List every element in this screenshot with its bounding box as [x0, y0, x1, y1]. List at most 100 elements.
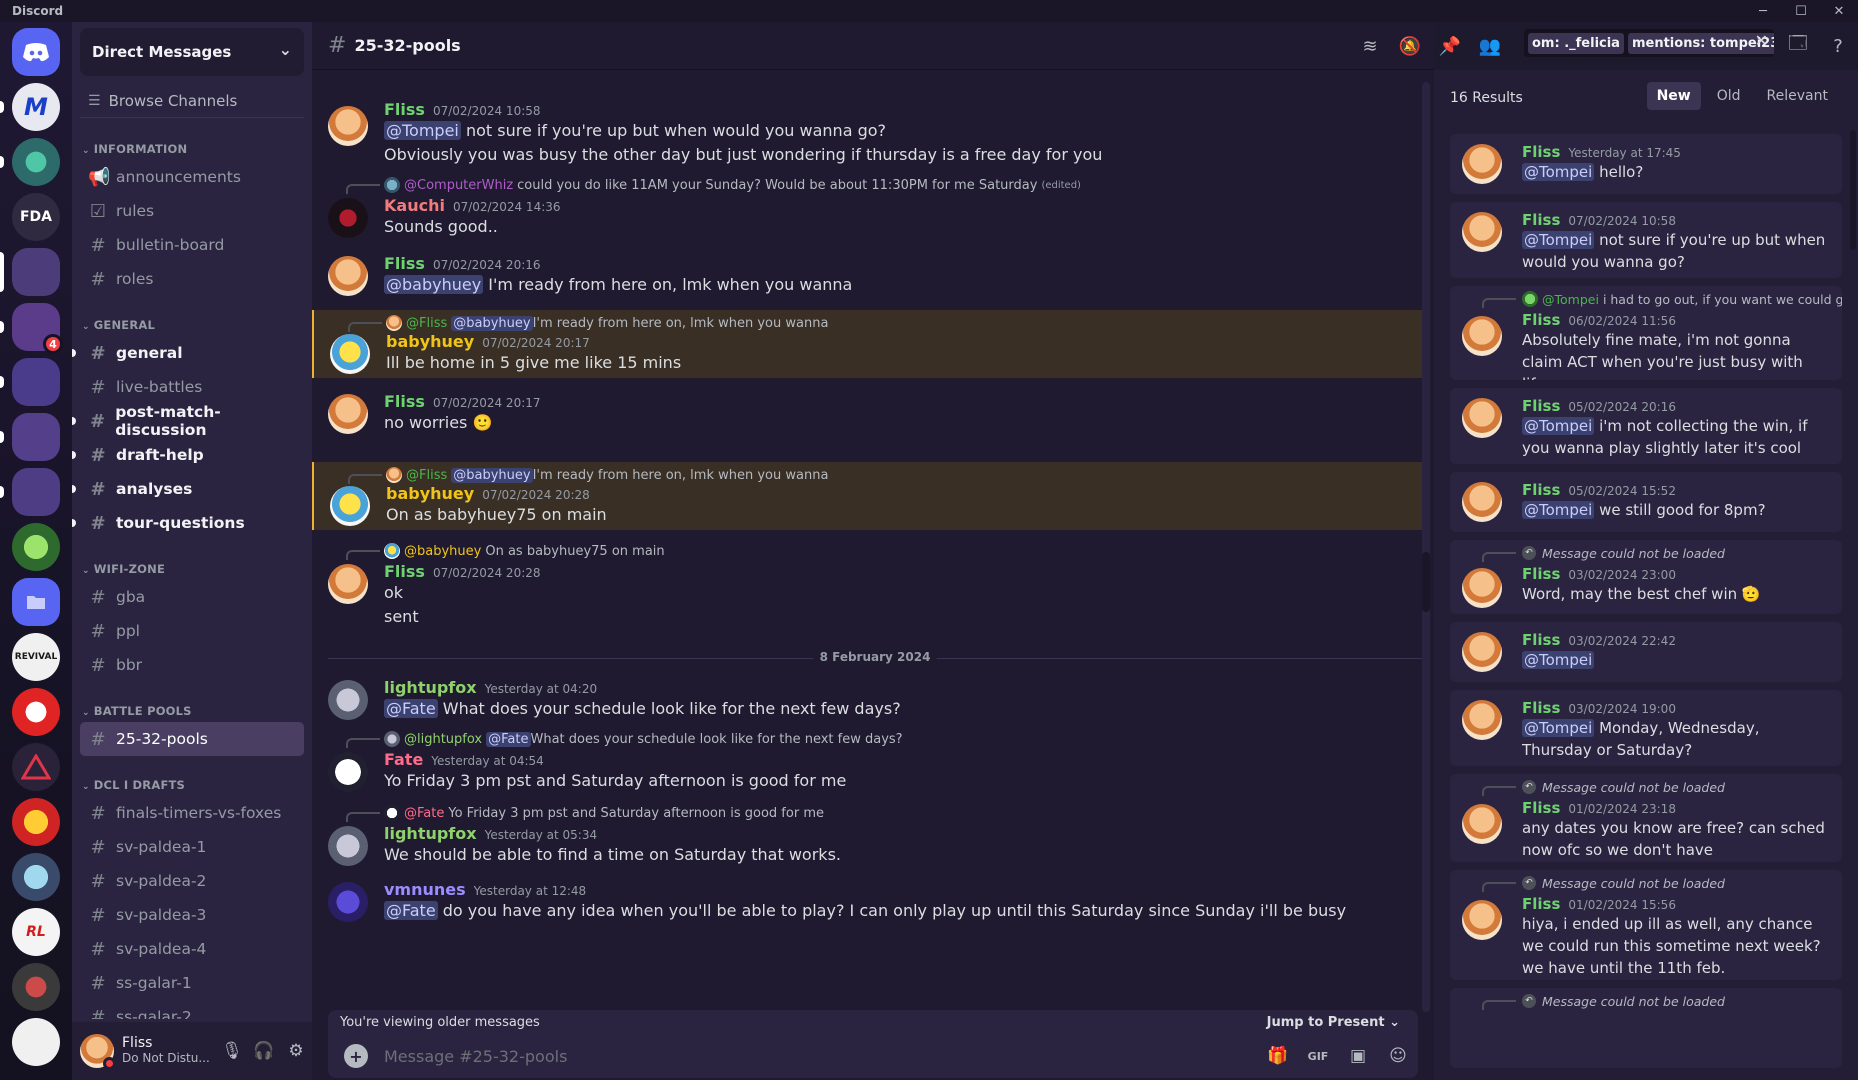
search-input[interactable]: om: ._felicia mentions: tompei23 ✕ — [1524, 29, 1774, 57]
avatar[interactable] — [328, 882, 368, 922]
reply-preview[interactable]: @Fliss @babyhuey I'm ready from here on, … — [386, 314, 828, 332]
channel-gba[interactable]: # gba — [80, 580, 304, 614]
search-result[interactable]: Fliss 05/02/2024 15:52 @Tompei we still g… — [1450, 472, 1842, 532]
category-battle-pools[interactable]: ⌄ BATTLE POOLS — [80, 694, 304, 718]
channel-finals-timers[interactable]: # finals-timers-vs-foxes — [80, 796, 304, 830]
search-filter-from[interactable]: om: ._felicia — [1528, 32, 1624, 54]
avatar[interactable] — [328, 680, 368, 720]
pin-icon[interactable]: 📌 — [1430, 36, 1470, 57]
channel-announcements[interactable]: 📢 announcements — [80, 160, 304, 194]
channel-bbr[interactable]: # bbr — [80, 648, 304, 682]
channel-sv-paldea-1[interactable]: # sv-paldea-1 — [80, 830, 304, 864]
emoji-icon[interactable]: ☺ — [1378, 1046, 1418, 1066]
channel-25-32-pools[interactable]: #25-32-pools — [80, 722, 304, 756]
close-icon[interactable]: ✕ — [1820, 0, 1858, 22]
microphone-icon[interactable]: 🎙 — [216, 1041, 248, 1061]
headphones-icon[interactable]: 🎧 — [248, 1041, 280, 1061]
minimize-icon[interactable]: ─ — [1744, 0, 1782, 22]
reply-preview[interactable]: @Fate Yo Friday 3 pm pst and Saturday aft… — [384, 804, 824, 822]
avatar[interactable] — [330, 334, 370, 374]
channel-sv-paldea-3[interactable]: # sv-paldea-3 — [80, 898, 304, 932]
search-result[interactable]: @Tompei i had to go out, if you want we c… — [1450, 286, 1842, 380]
user-mention[interactable]: @Fate — [384, 699, 438, 718]
category-information[interactable]: ⌄ INFORMATION — [80, 132, 304, 156]
mute-notifications-icon[interactable]: 🔕 — [1390, 36, 1430, 57]
reply-preview[interactable]: @babyhuey On as babyhuey75 on main — [384, 542, 665, 560]
category-dcl-drafts[interactable]: ⌄ DCL I DRAFTS — [80, 768, 304, 792]
server-folder-2[interactable]: 4 — [0, 303, 63, 354]
clear-search-icon[interactable]: ✕ — [1755, 31, 1768, 50]
message-author[interactable]: babyhuey — [386, 484, 474, 503]
channel-sv-paldea-4[interactable]: # sv-paldea-4 — [80, 932, 304, 966]
message-author[interactable]: babyhuey — [386, 332, 474, 351]
sticker-icon[interactable]: ▣ — [1338, 1046, 1378, 1066]
channel-tour-questions[interactable]: # tour-questions — [72, 506, 304, 540]
server-folder-1[interactable] — [0, 248, 60, 296]
user-mention[interactable]: @babyhuey — [384, 275, 484, 294]
search-result[interactable]: ↶ Message could not be loaded Fliss 01/02/… — [1450, 870, 1842, 980]
server-folder-4[interactable] — [0, 413, 60, 461]
reply-preview[interactable]: @lightupfox @Fate What does your schedule… — [384, 730, 903, 748]
channel-post-match-discussion[interactable]: # post-match-discussion — [72, 403, 304, 439]
sort-relevant[interactable]: Relevant — [1757, 82, 1838, 110]
message-author[interactable]: Fliss — [384, 392, 425, 411]
chevron-down-icon[interactable]: ⌄ — [279, 40, 292, 59]
add-attachment-button[interactable]: + — [344, 1044, 368, 1068]
threads-icon[interactable]: ≋ — [1350, 36, 1390, 57]
channel-analyses[interactable]: # analyses — [72, 472, 304, 506]
gift-icon[interactable]: 🎁 — [1258, 1046, 1298, 1066]
channel-draft-help[interactable]: # draft-help — [72, 438, 304, 472]
server-icon-triangle[interactable] — [12, 743, 60, 791]
inbox-icon[interactable]: 🗔 — [1778, 31, 1818, 61]
folder-icon[interactable] — [12, 578, 60, 626]
user-mention[interactable]: @Tompei — [384, 121, 461, 140]
user-mention[interactable]: @Fate — [384, 901, 438, 920]
sort-new[interactable]: New — [1646, 82, 1701, 110]
server-icon-dark[interactable] — [12, 963, 60, 1011]
category-general[interactable]: ⌄ GENERAL — [80, 308, 304, 332]
channel-live-battles[interactable]: # live-battles — [80, 370, 304, 404]
message-author[interactable]: Fliss — [384, 254, 425, 273]
channel-ss-galar-1[interactable]: # ss-galar-1 — [80, 966, 304, 1000]
server-icon-revival[interactable]: REVIVAL — [12, 633, 60, 681]
message-author[interactable]: Fliss — [384, 100, 425, 119]
help-icon[interactable]: ? — [1818, 36, 1858, 57]
results-scrollbar[interactable] — [1850, 130, 1856, 1030]
members-icon[interactable]: 👥 — [1470, 36, 1510, 57]
server-icon-blue[interactable] — [12, 853, 60, 901]
category-wifi-zone[interactable]: ⌄ WIFI-ZONE — [80, 552, 304, 576]
message-input[interactable]: Message #25-32-pools — [384, 1047, 1258, 1066]
search-filter-mentions[interactable]: mentions: tompei23 — [1627, 32, 1774, 54]
server-icon-rl[interactable]: RL — [12, 908, 60, 956]
avatar[interactable] — [328, 826, 368, 866]
avatar[interactable] — [328, 564, 368, 604]
scrollbar-thumb[interactable] — [1850, 130, 1856, 250]
search-result[interactable]: Fliss 07/02/2024 10:58 @Tompei not sure i… — [1450, 202, 1842, 278]
search-result[interactable]: Fliss Yesterday at 17:45 @Tompei hello? — [1450, 134, 1842, 194]
search-result[interactable]: Fliss 03/02/2024 22:42 @Tompei — [1450, 622, 1842, 682]
message-author[interactable]: vmnunes — [384, 880, 466, 899]
channel-rules[interactable]: ☑ rules — [80, 194, 304, 228]
search-result[interactable]: ↶ Message could not be loaded Fliss 01/02/… — [1450, 774, 1842, 862]
channel-ppl[interactable]: # ppl — [80, 614, 304, 648]
message-scrollbar[interactable] — [1422, 82, 1430, 1012]
gear-icon[interactable]: ⚙ — [280, 1041, 312, 1061]
channel-general[interactable]: # general — [72, 336, 304, 370]
avatar[interactable] — [328, 256, 368, 296]
browse-channels[interactable]: ☰ Browse Channels — [80, 84, 304, 118]
avatar[interactable] — [330, 486, 370, 526]
avatar[interactable] — [328, 198, 368, 238]
avatar[interactable] — [328, 106, 368, 146]
channel-bulletin-board[interactable]: # bulletin-board — [80, 228, 304, 262]
direct-messages-button[interactable]: Direct Messages ⌄ — [80, 28, 304, 76]
channel-sv-paldea-2[interactable]: # sv-paldea-2 — [80, 864, 304, 898]
message-author[interactable]: lightupfox — [384, 824, 477, 843]
maximize-icon[interactable]: ☐ — [1782, 0, 1820, 22]
message-author[interactable]: Kauchi — [384, 196, 445, 215]
search-result[interactable]: ↶ Message could not be loaded Fliss 03/02/… — [1450, 540, 1842, 614]
search-result[interactable]: ↶ Message could not be loaded — [1450, 988, 1842, 1068]
server-icon-sketch[interactable] — [12, 1018, 60, 1066]
server-icon-ball[interactable] — [12, 688, 60, 736]
reply-preview[interactable]: @ComputerWhiz could you do like 11AM your… — [384, 176, 1081, 194]
search-result[interactable]: Fliss 03/02/2024 19:00 @Tompei Monday, We… — [1450, 690, 1842, 766]
